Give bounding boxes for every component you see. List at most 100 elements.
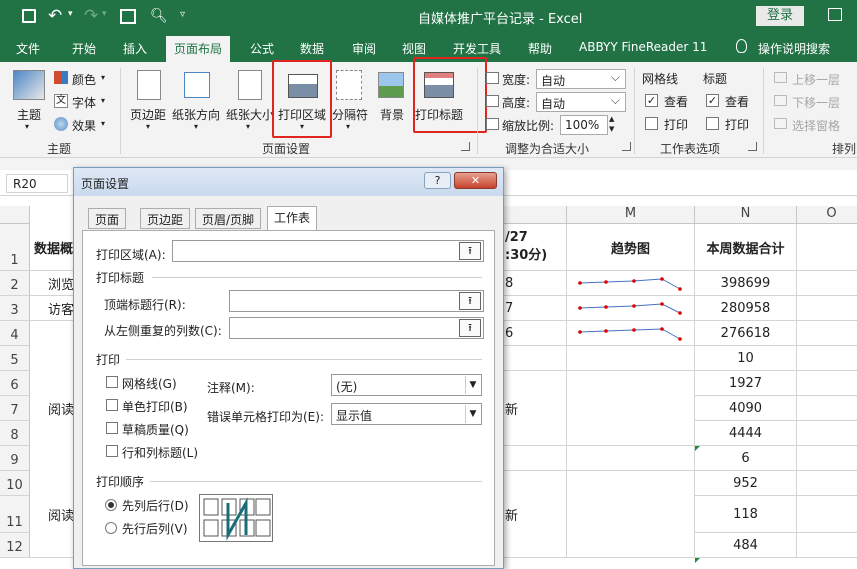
cell-a7[interactable]: 阅读 <box>30 371 75 446</box>
screenshot-icon[interactable] <box>120 9 136 24</box>
effects-button[interactable]: 效果 <box>72 117 96 134</box>
breaks-icon[interactable] <box>336 70 362 100</box>
width-dropdown[interactable]: 自动 <box>536 69 626 89</box>
cell-n1[interactable]: 本周数据合计 <box>695 224 797 271</box>
tab-file[interactable]: 文件 <box>16 40 40 57</box>
ribbon-display-icon[interactable] <box>828 8 842 21</box>
cell-n9[interactable]: 6 <box>695 446 797 471</box>
fonts-dropdown-icon[interactable]: ▾ <box>101 96 105 105</box>
breaks-button[interactable]: 分隔符 <box>332 106 368 123</box>
help-button[interactable]: ? <box>424 172 451 189</box>
close-button[interactable]: ✕ <box>454 172 497 189</box>
select-all-corner[interactable] <box>0 206 30 224</box>
errors-dropdown-icon[interactable]: ▼ <box>465 405 480 423</box>
comments-select[interactable]: (无) <box>331 374 482 396</box>
cell-a11[interactable]: 阅读 <box>30 471 75 558</box>
column-header-l[interactable] <box>497 206 567 224</box>
themes-icon[interactable] <box>13 70 45 100</box>
cell-o4[interactable] <box>797 321 857 346</box>
row-header-10[interactable]: 10 <box>0 471 30 496</box>
cell-n11[interactable]: 118 <box>695 496 797 533</box>
column-header-n[interactable]: N <box>695 206 797 224</box>
cell-o10[interactable] <box>797 471 857 496</box>
save-icon[interactable] <box>22 9 36 23</box>
row-header-8[interactable]: 8 <box>0 421 30 446</box>
over-then-down-radio[interactable] <box>105 522 117 534</box>
tab-page[interactable]: 页面 <box>88 208 127 229</box>
cell-m1[interactable]: 趋势图 <box>567 224 695 271</box>
cell-l9[interactable] <box>497 446 567 471</box>
row-header-1[interactable]: 1 <box>0 224 30 271</box>
row-header-7[interactable]: 7 <box>0 396 30 421</box>
tab-view[interactable]: 视图 <box>402 40 426 57</box>
headings-view-checkbox[interactable]: ✓ <box>706 94 719 107</box>
scale-spinner-icon[interactable]: ▲ ▼ <box>609 114 614 134</box>
cell-a3[interactable]: 访客 <box>30 296 75 321</box>
login-button[interactable]: 登录 <box>756 6 804 26</box>
cell-o12[interactable] <box>797 533 857 558</box>
breaks-dropdown-icon[interactable]: ▾ <box>346 122 350 131</box>
margins-button[interactable]: 页边距 <box>130 106 166 123</box>
orientation-icon[interactable] <box>184 72 210 98</box>
cols-repeat-collapse-icon[interactable]: ⭱ <box>459 319 481 337</box>
errors-select[interactable]: 显示值 <box>331 403 482 425</box>
tab-insert[interactable]: 插入 <box>123 40 147 57</box>
tab-margins[interactable]: 页边距 <box>140 208 191 229</box>
print-preview-icon[interactable]: 🔍︎ <box>150 8 168 24</box>
tab-sheet[interactable]: 工作表 <box>267 206 318 230</box>
cell-n3[interactable]: 280958 <box>695 296 797 321</box>
cell-a2[interactable]: 浏览 <box>30 271 75 296</box>
tab-header-footer[interactable]: 页眉/页脚 <box>195 208 262 229</box>
colors-icon[interactable] <box>54 71 68 84</box>
row-header-6[interactable]: 6 <box>0 371 30 396</box>
colors-button[interactable]: 颜色 <box>72 71 96 88</box>
scale-input[interactable]: 100% <box>560 115 608 135</box>
cell-o6[interactable] <box>797 371 857 396</box>
fonts-icon[interactable]: 文 <box>54 94 68 108</box>
column-header-o[interactable]: O <box>797 206 857 224</box>
tab-review[interactable]: 审阅 <box>352 40 376 57</box>
cell-l10[interactable]: 新 <box>497 471 567 558</box>
cell-n8[interactable]: 4444 <box>695 421 797 446</box>
tab-home[interactable]: 开始 <box>72 40 96 57</box>
cell-n5[interactable]: 10 <box>695 346 797 371</box>
tab-developer[interactable]: 开发工具 <box>453 40 501 57</box>
cell-m6[interactable] <box>567 371 695 446</box>
comments-dropdown-icon[interactable]: ▼ <box>465 376 480 394</box>
cell-l5[interactable] <box>497 346 567 371</box>
cell-n4[interactable]: 276618 <box>695 321 797 346</box>
gridlines-checkbox[interactable] <box>106 376 118 388</box>
row-header-2[interactable]: 2 <box>0 271 30 296</box>
cell-a1[interactable]: 数据概 <box>30 224 75 271</box>
sparkline-cell[interactable] <box>567 271 695 296</box>
cell-o8[interactable] <box>797 421 857 446</box>
name-box[interactable]: R20 <box>6 174 68 193</box>
cell-o1[interactable] <box>797 224 857 271</box>
tell-me-search[interactable]: 操作说明搜索 <box>758 40 830 57</box>
rows-repeat-collapse-icon[interactable]: ⭱ <box>459 292 481 310</box>
undo-icon[interactable]: ↶ <box>48 6 62 26</box>
cell-o11[interactable] <box>797 496 857 533</box>
cell-o9[interactable] <box>797 446 857 471</box>
orientation-dropdown-icon[interactable]: ▾ <box>194 122 198 131</box>
cell-n7[interactable]: 4090 <box>695 396 797 421</box>
row-header-11[interactable]: 11 <box>0 496 30 533</box>
background-icon[interactable] <box>378 72 404 98</box>
cell-n10[interactable]: 952 <box>695 471 797 496</box>
size-dropdown-icon[interactable]: ▾ <box>246 122 250 131</box>
tab-formulas[interactable]: 公式 <box>250 40 274 57</box>
size-icon[interactable] <box>238 70 262 100</box>
cell-o7[interactable] <box>797 396 857 421</box>
background-button[interactable]: 背景 <box>380 106 404 123</box>
cell-o3[interactable] <box>797 296 857 321</box>
tab-help[interactable]: 帮助 <box>528 40 552 57</box>
cell-l2[interactable]: 8 <box>497 271 567 296</box>
cell-n6[interactable]: 1927 <box>695 371 797 396</box>
tab-page-layout[interactable]: 页面布局 <box>166 36 231 62</box>
gridlines-print-checkbox[interactable] <box>645 117 658 130</box>
down-then-over-radio[interactable] <box>105 499 117 511</box>
cell-o5[interactable] <box>797 346 857 371</box>
cell-n12[interactable]: 484 <box>695 533 797 558</box>
print-area-collapse-icon[interactable]: ⭱ <box>459 242 481 260</box>
margins-dropdown-icon[interactable]: ▾ <box>146 122 150 131</box>
